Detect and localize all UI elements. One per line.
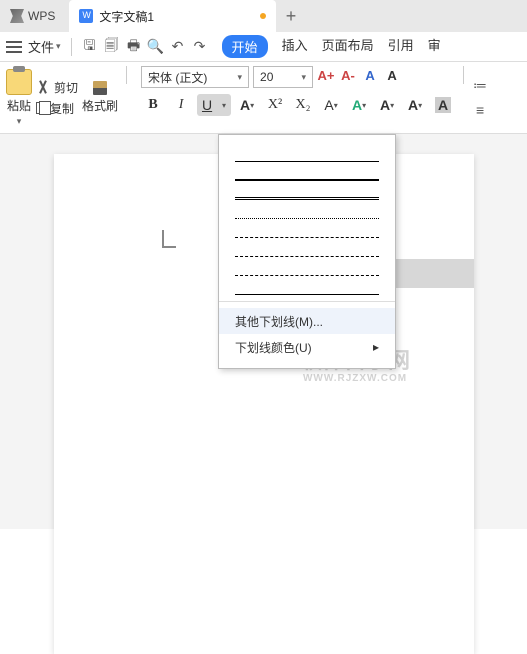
- highlight-button[interactable]: A▾: [375, 94, 399, 116]
- text-effect-button[interactable]: A▾: [347, 94, 371, 116]
- new-tab-button[interactable]: +: [276, 1, 306, 31]
- format-brush-button[interactable]: 格式刷: [82, 66, 118, 129]
- cut-icon: [36, 80, 50, 94]
- underline-color-item[interactable]: 下划线颜色(U) ▸: [219, 334, 395, 360]
- file-label: 文件: [28, 37, 54, 56]
- font-color-button[interactable]: A▾: [403, 94, 427, 116]
- redo-icon[interactable]: ↷: [192, 39, 208, 55]
- copy-label: 复制: [50, 100, 74, 117]
- chevron-down-icon: ▾: [17, 116, 22, 127]
- underline-style-dotted[interactable]: [235, 203, 379, 219]
- chevron-down-icon: ▾: [334, 101, 338, 110]
- underline-style-dash-dot-dot[interactable]: [235, 260, 379, 276]
- underline-button[interactable]: U ▾: [197, 94, 231, 116]
- subscript-button[interactable]: X₂: [291, 94, 315, 116]
- print-preview-icon[interactable]: 🗐: [104, 39, 120, 55]
- hamburger-icon[interactable]: [6, 41, 22, 53]
- tab-ref[interactable]: 引用: [388, 35, 414, 58]
- chevron-down-icon: ▾: [238, 72, 243, 83]
- copy-button[interactable]: 复制: [36, 100, 78, 117]
- more-underlines-item[interactable]: 其他下划线(M)...: [219, 308, 395, 334]
- tab-review[interactable]: 审: [428, 35, 441, 58]
- superscript-button[interactable]: X²: [263, 94, 287, 116]
- bullets-button[interactable]: ≔: [472, 78, 488, 94]
- document-tab[interactable]: 文字文稿1: [69, 0, 276, 32]
- underline-color-label: 下划线颜色(U): [235, 339, 312, 356]
- underline-style-thick[interactable]: [235, 165, 379, 181]
- divider: [126, 66, 127, 84]
- underline-style-double[interactable]: [235, 184, 379, 200]
- underline-style-dash-dot[interactable]: [235, 241, 379, 257]
- font-name-select[interactable]: 宋体 (正文) ▾: [141, 66, 249, 88]
- wps-logo-icon: [10, 9, 24, 23]
- chevron-down-icon: ▾: [302, 72, 307, 83]
- brush-label: 格式刷: [82, 97, 118, 114]
- brush-icon: [93, 81, 107, 95]
- preview-icon[interactable]: 🔍: [148, 39, 164, 55]
- chevron-down-icon: ▾: [222, 101, 226, 110]
- cut-button[interactable]: 剪切: [36, 79, 78, 96]
- underline-style-wave[interactable]: [235, 279, 379, 295]
- italic-button[interactable]: I: [169, 94, 193, 116]
- app-label: WPS: [28, 9, 55, 23]
- tab-insert[interactable]: 插入: [282, 35, 308, 58]
- font-name-value: 宋体 (正文): [148, 69, 207, 86]
- underline-glyph: U: [202, 97, 212, 113]
- chevron-down-icon: ▾: [56, 41, 61, 52]
- app-home-button[interactable]: WPS: [0, 0, 65, 32]
- cut-label: 剪切: [54, 79, 78, 96]
- char-style-button[interactable]: A: [383, 66, 401, 84]
- save-icon[interactable]: 🖫: [82, 39, 98, 55]
- unsaved-dot-icon: [260, 13, 266, 19]
- tab-title: 文字文稿1: [99, 8, 154, 25]
- separator: [219, 301, 395, 302]
- font-size-value: 20: [260, 70, 273, 84]
- char-shading-button[interactable]: A: [431, 94, 455, 116]
- paste-icon: [6, 69, 32, 95]
- paste-button[interactable]: 粘贴 ▾: [6, 66, 32, 129]
- file-menu[interactable]: 文件 ▾: [28, 37, 61, 56]
- copy-icon: [36, 102, 46, 114]
- shrink-font-button[interactable]: A-: [339, 66, 357, 84]
- doc-icon: [79, 9, 93, 23]
- clear-format-button[interactable]: A: [361, 66, 379, 84]
- paste-label: 粘贴: [7, 97, 31, 114]
- strike-button[interactable]: A▾: [235, 94, 259, 116]
- text-cursor-icon: [162, 246, 176, 248]
- submenu-arrow-icon: ▸: [373, 340, 379, 354]
- bold-button[interactable]: B: [141, 94, 165, 116]
- tab-layout[interactable]: 页面布局: [322, 35, 374, 58]
- more-underlines-label: 其他下划线(M)...: [235, 313, 323, 330]
- align-button[interactable]: ≡: [472, 102, 488, 118]
- change-case-button[interactable]: A▾: [319, 94, 343, 116]
- divider: [463, 66, 464, 84]
- underline-style-dashed[interactable]: [235, 222, 379, 238]
- divider: [71, 38, 72, 56]
- tab-start[interactable]: 开始: [222, 35, 268, 58]
- print-icon[interactable]: 🖶: [126, 39, 142, 55]
- font-size-select[interactable]: 20 ▾: [253, 66, 313, 88]
- undo-icon[interactable]: ↶: [170, 39, 186, 55]
- chevron-down-icon: ▾: [250, 101, 254, 110]
- grow-font-button[interactable]: A+: [317, 66, 335, 84]
- underline-dropdown: 其他下划线(M)... 下划线颜色(U) ▸: [218, 134, 396, 369]
- underline-style-solid[interactable]: [235, 146, 379, 162]
